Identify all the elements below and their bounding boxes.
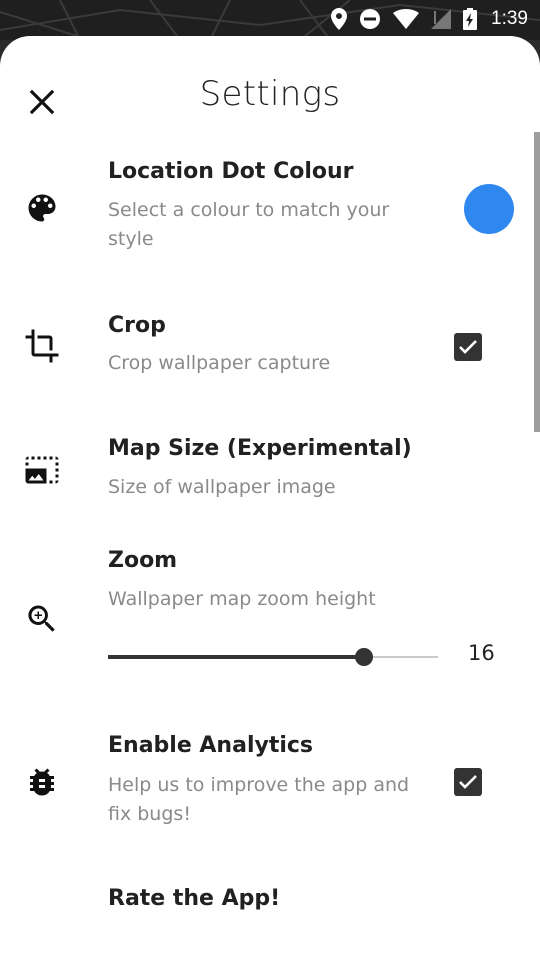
setting-title: Crop [108, 313, 166, 338]
colour-picker-swatch[interactable] [464, 184, 514, 234]
setting-subtitle: Crop wallpaper capture [108, 352, 331, 374]
setting-subtitle: Wallpaper map zoom height [108, 588, 376, 610]
zoom-in-icon [28, 605, 55, 632]
check-icon [459, 340, 477, 354]
check-icon [459, 775, 477, 789]
slider-fill [108, 655, 365, 659]
status-icons: 1:39 [331, 6, 528, 32]
status-time: 1:39 [491, 8, 528, 29]
bug-icon [30, 768, 54, 796]
settings-sheet: Settings Location Dot Colour Select a co… [0, 36, 540, 960]
crop-checkbox[interactable] [454, 333, 482, 361]
setting-title: Location Dot Colour [108, 159, 354, 184]
photo-size-select-icon [25, 456, 59, 484]
palette-icon [28, 194, 56, 222]
analytics-checkbox[interactable] [454, 768, 482, 796]
battery-charging-icon [463, 8, 478, 30]
zoom-value: 16 [468, 641, 495, 665]
status-bar: 1:39 [0, 0, 540, 40]
setting-title: Enable Analytics [108, 733, 314, 758]
slider-thumb[interactable] [355, 648, 374, 666]
scrollbar[interactable] [534, 132, 540, 432]
setting-subtitle: Select a colour to match your style [108, 199, 390, 250]
setting-title: Map Size (Experimental) [108, 436, 412, 461]
setting-title: Rate the App! [108, 886, 281, 911]
setting-subtitle: Help us to improve the app and fix bugs! [108, 774, 410, 825]
setting-subtitle: Size of wallpaper image [108, 476, 336, 498]
setting-title: Zoom [108, 548, 178, 573]
crop-icon [25, 329, 59, 363]
signal-off-icon [431, 9, 452, 29]
wifi-icon [393, 9, 420, 29]
zoom-slider[interactable] [108, 645, 438, 669]
page-title: Settings [199, 74, 341, 114]
do-not-disturb-icon [360, 9, 381, 29]
location-icon [331, 8, 348, 30]
